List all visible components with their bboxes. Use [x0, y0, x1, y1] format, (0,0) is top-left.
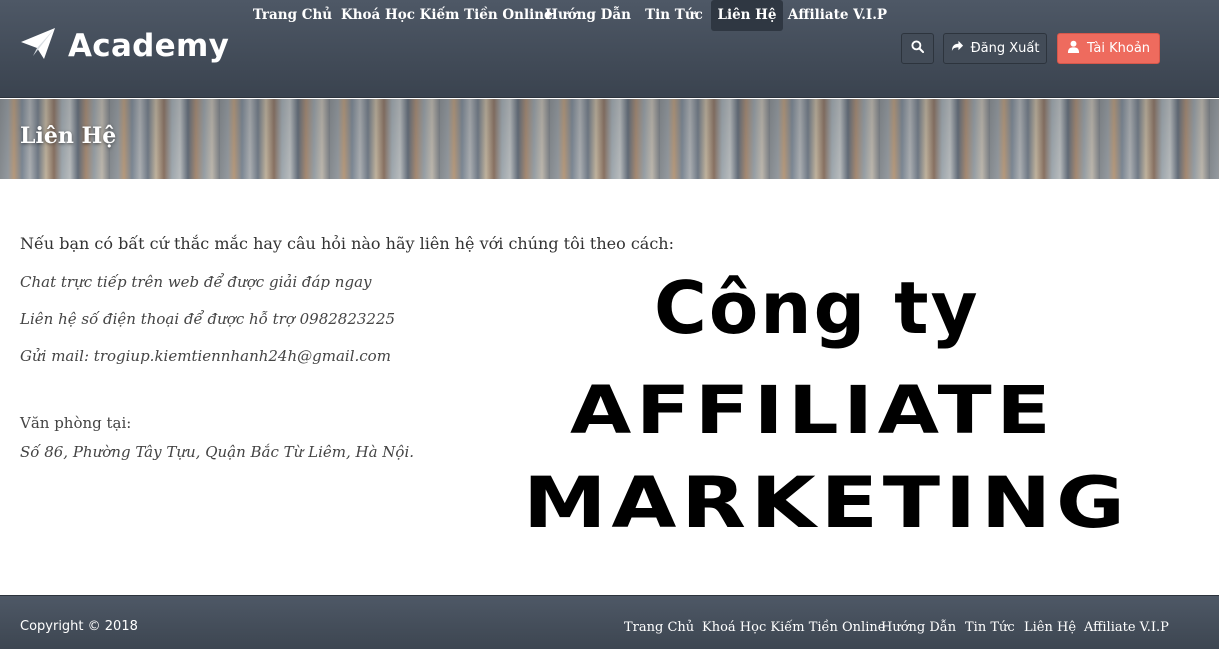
footer-link-huong-dan[interactable]: Hướng Dẫn	[881, 620, 956, 635]
user-icon	[1067, 40, 1080, 57]
contact-email-line: Gửi mail: trogiup.kiemtiennhanh24h@gmail…	[20, 347, 391, 365]
footer-link-khoa-hoc[interactable]: Khoá Học Kiếm Tiền Online	[702, 620, 885, 635]
nav-item-huong-dan[interactable]: Hướng Dẫn	[541, 0, 635, 31]
promo-text-company: Công ty	[654, 266, 980, 350]
site-footer: Copyright © 2018 Trang Chủ Khoá Học Kiếm…	[0, 595, 1219, 649]
promo-text-marketing: MARKETING	[523, 462, 1130, 544]
contact-chat-line: Chat trực tiếp trên web để được giải đáp…	[20, 273, 372, 291]
logo[interactable]: Academy	[20, 24, 229, 68]
account-button[interactable]: Tài Khoản	[1057, 33, 1160, 64]
logout-button[interactable]: Đăng Xuất	[943, 33, 1047, 64]
page-banner: Liên Hệ	[0, 99, 1219, 179]
footer-link-tin-tuc[interactable]: Tin Tức	[965, 620, 1015, 635]
nav-item-khoa-hoc[interactable]: Khoá Học Kiếm Tiền Online	[341, 0, 553, 31]
search-icon	[911, 40, 925, 57]
promo-text-affiliate: AFFILIATE	[570, 372, 1056, 449]
logo-text: Academy	[68, 28, 230, 64]
paper-plane-icon	[20, 26, 56, 66]
account-label: Tài Khoản	[1086, 41, 1151, 56]
nav-item-tin-tuc[interactable]: Tin Tức	[641, 0, 707, 31]
office-address: Số 86, Phường Tây Tựu, Quận Bắc Từ Liêm,…	[20, 443, 415, 461]
page-title: Liên Hệ	[20, 123, 117, 149]
office-label: Văn phòng tại:	[20, 414, 132, 432]
share-arrow-icon	[951, 40, 964, 57]
footer-link-affiliate-vip[interactable]: Affiliate V.I.P	[1084, 620, 1169, 635]
search-button[interactable]	[901, 33, 934, 64]
site-header: Academy Trang Chủ Khoá Học Kiếm Tiền Onl…	[0, 0, 1219, 98]
copyright: Copyright © 2018	[20, 619, 138, 634]
contact-intro: Nếu bạn có bất cứ thắc mắc hay câu hỏi n…	[20, 234, 674, 253]
footer-link-trang-chu[interactable]: Trang Chủ	[624, 620, 694, 635]
nav-item-affiliate-vip[interactable]: Affiliate V.I.P	[787, 0, 888, 31]
footer-link-lien-he[interactable]: Liên Hệ	[1024, 620, 1076, 635]
nav-item-lien-he[interactable]: Liên Hệ	[711, 0, 783, 31]
logout-label: Đăng Xuất	[970, 41, 1040, 56]
nav-item-trang-chu[interactable]: Trang Chủ	[248, 0, 337, 31]
contact-phone-line: Liên hệ số điện thoại để được hỗ trợ 098…	[20, 310, 396, 328]
